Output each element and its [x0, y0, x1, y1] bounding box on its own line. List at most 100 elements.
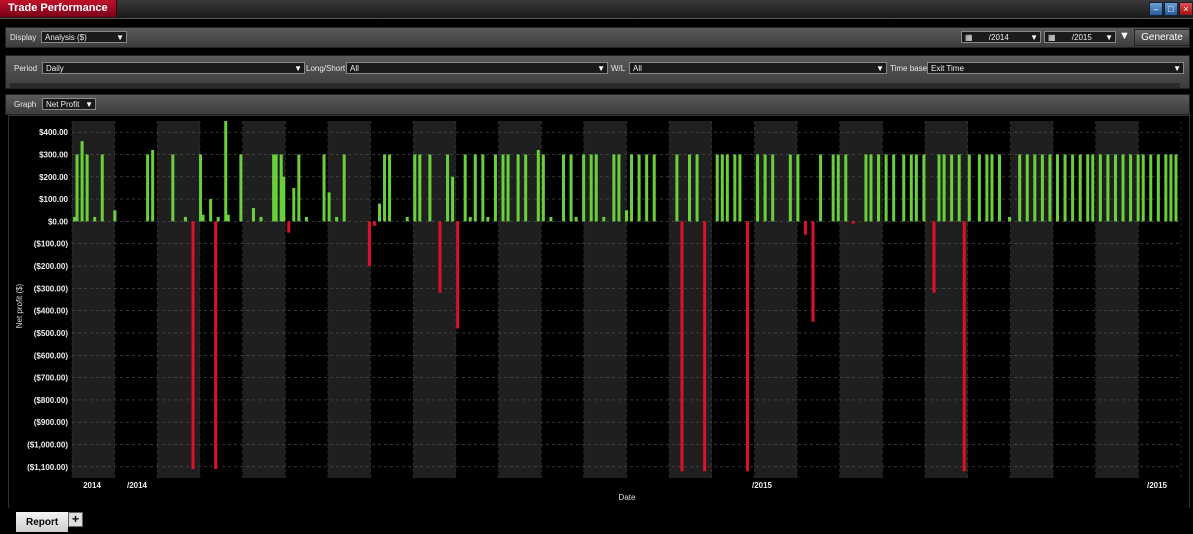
timebase-select[interactable]: Exit Time ▼ [927, 62, 1184, 74]
win-bar[interactable] [1078, 154, 1082, 222]
win-bar[interactable] [413, 154, 417, 222]
wl-select[interactable]: All ▼ [629, 62, 887, 74]
win-bar[interactable] [418, 154, 422, 222]
win-bar[interactable] [1071, 154, 1075, 222]
win-bar[interactable] [113, 210, 117, 222]
display-select[interactable]: Analysis ($) ▼ [41, 31, 127, 43]
win-bar[interactable] [428, 154, 432, 222]
win-bar[interactable] [549, 216, 553, 222]
win-bar[interactable] [788, 154, 792, 222]
win-bar[interactable] [85, 154, 89, 222]
close-icon[interactable]: × [1179, 2, 1193, 16]
win-bar[interactable] [937, 154, 941, 222]
win-bar[interactable] [171, 154, 175, 222]
win-bar[interactable] [957, 154, 961, 222]
win-bar[interactable] [819, 154, 823, 222]
win-bar[interactable] [831, 154, 835, 222]
win-bar[interactable] [715, 154, 719, 222]
win-bar[interactable] [1098, 154, 1102, 222]
win-bar[interactable] [327, 192, 331, 222]
win-bar[interactable] [473, 154, 477, 222]
loss-bar[interactable] [372, 221, 376, 226]
win-bar[interactable] [1063, 154, 1067, 222]
loss-bar[interactable] [367, 221, 371, 267]
win-bar[interactable] [738, 154, 742, 222]
loss-bar[interactable] [214, 221, 218, 470]
win-bar[interactable] [1149, 154, 1153, 222]
win-bar[interactable] [630, 154, 634, 222]
win-bar[interactable] [1018, 154, 1022, 222]
win-bar[interactable] [869, 154, 873, 222]
win-bar[interactable] [446, 154, 450, 222]
win-bar[interactable] [914, 154, 918, 222]
win-bar[interactable] [405, 216, 409, 222]
win-bar[interactable] [80, 141, 84, 222]
maximize-icon[interactable]: □ [1164, 2, 1178, 16]
win-bar[interactable] [259, 216, 263, 222]
win-bar[interactable] [967, 154, 971, 222]
win-bar[interactable] [1141, 154, 1145, 222]
win-bar[interactable] [93, 216, 97, 222]
win-bar[interactable] [541, 154, 545, 222]
win-bar[interactable] [486, 216, 490, 222]
win-bar[interactable] [201, 214, 205, 222]
win-bar[interactable] [844, 154, 848, 222]
period-select[interactable]: Daily ▼ [42, 62, 305, 74]
win-bar[interactable] [226, 214, 230, 222]
win-bar[interactable] [1174, 154, 1178, 222]
win-bar[interactable] [1129, 154, 1133, 222]
win-bar[interactable] [574, 216, 578, 222]
loss-bar[interactable] [932, 221, 936, 293]
end-date-select[interactable]: ▦ /2015 ▼ [1044, 31, 1116, 43]
win-bar[interactable] [594, 154, 598, 222]
win-bar[interactable] [625, 210, 628, 222]
win-bar[interactable] [720, 154, 724, 222]
filter-icon[interactable]: ▼ [1119, 30, 1130, 42]
win-bar[interactable] [199, 154, 203, 222]
loss-bar[interactable] [703, 221, 707, 472]
win-bar[interactable] [304, 216, 308, 222]
longshort-select[interactable]: All ▼ [346, 62, 608, 74]
win-bar[interactable] [1025, 154, 1029, 222]
win-bar[interactable] [645, 154, 649, 222]
generate-button[interactable]: Generate [1134, 29, 1190, 46]
win-bar[interactable] [985, 154, 989, 222]
loss-bar[interactable] [680, 221, 684, 472]
start-date-select[interactable]: ▦ /2014 ▼ [961, 31, 1041, 43]
win-bar[interactable] [342, 154, 346, 222]
win-bar[interactable] [998, 154, 1002, 222]
win-bar[interactable] [506, 154, 510, 222]
win-bar[interactable] [383, 154, 387, 222]
win-bar[interactable] [561, 154, 565, 222]
win-bar[interactable] [1164, 154, 1168, 222]
minimize-icon[interactable]: – [1149, 2, 1163, 16]
win-bar[interactable] [1086, 154, 1090, 222]
win-bar[interactable] [675, 154, 679, 222]
loss-bar[interactable] [287, 221, 291, 233]
win-bar[interactable] [1040, 154, 1044, 222]
win-bar[interactable] [297, 154, 301, 222]
win-bar[interactable] [224, 121, 228, 222]
win-bar[interactable] [688, 154, 692, 222]
tab-report[interactable]: Report [16, 512, 69, 532]
win-bar[interactable] [877, 154, 881, 222]
win-bar[interactable] [1048, 154, 1052, 222]
win-bar[interactable] [569, 154, 573, 222]
win-bar[interactable] [1055, 154, 1059, 222]
win-bar[interactable] [1169, 154, 1173, 222]
win-bar[interactable] [977, 154, 981, 222]
win-bar[interactable] [335, 216, 339, 222]
win-bar[interactable] [796, 154, 800, 222]
win-bar[interactable] [463, 154, 467, 222]
win-bar[interactable] [763, 154, 767, 222]
win-bar[interactable] [239, 154, 243, 222]
win-bar[interactable] [524, 154, 528, 222]
win-bar[interactable] [652, 154, 656, 222]
loss-bar[interactable] [456, 221, 460, 329]
win-bar[interactable] [1121, 154, 1125, 222]
win-bar[interactable] [151, 150, 155, 222]
win-bar[interactable] [695, 154, 699, 222]
win-bar[interactable] [209, 199, 213, 222]
loss-bar[interactable] [745, 221, 749, 472]
loss-bar[interactable] [811, 221, 815, 322]
